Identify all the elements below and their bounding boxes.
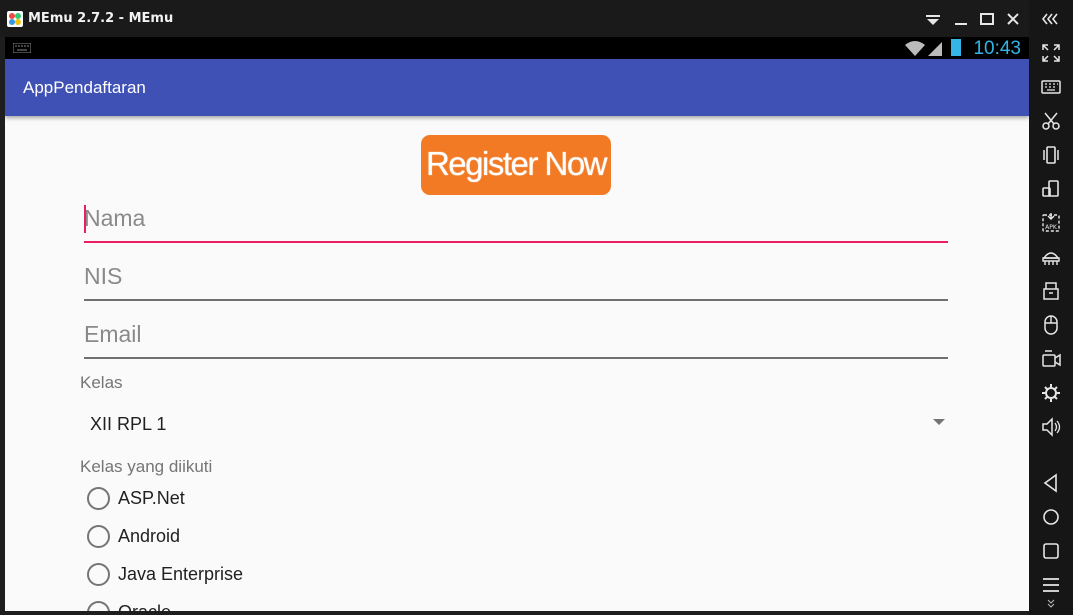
- android-screen: 10:43 AppPendaftaran Register Now Nama N…: [5, 37, 1029, 611]
- dropdown-arrow-icon: [933, 419, 945, 425]
- usb-icon[interactable]: [1038, 278, 1064, 304]
- nis-underline: [84, 299, 948, 301]
- signal-icon: [905, 41, 942, 56]
- app-title: AppPendaftaran: [23, 78, 146, 97]
- chevron-down-icon[interactable]: [1038, 596, 1064, 610]
- volume-icon[interactable]: [1038, 414, 1064, 440]
- apk-install-icon[interactable]: APK: [1038, 210, 1064, 236]
- svg-text:APK: APK: [1045, 224, 1058, 231]
- emulator-title-bar: MEmu 2.7.2 - MEmu: [0, 0, 1029, 37]
- radio-circle-icon: [87, 487, 110, 510]
- nama-underline: [84, 241, 948, 243]
- email-placeholder: Email: [84, 321, 142, 347]
- email-underline: [84, 357, 948, 359]
- radio-circle-icon: [87, 525, 110, 548]
- kelas-selected-value: XII RPL 1: [90, 414, 167, 434]
- close-button[interactable]: [1002, 8, 1024, 30]
- nis-placeholder: NIS: [84, 263, 123, 289]
- rotate-icon[interactable]: [1038, 176, 1064, 202]
- mouse-icon[interactable]: [1038, 312, 1064, 338]
- nama-placeholder: Nama: [84, 205, 146, 231]
- keyboard-notification-icon: [13, 43, 31, 53]
- email-field[interactable]: Email: [84, 315, 948, 359]
- status-time: 10:43: [973, 38, 1021, 59]
- shake-icon[interactable]: [1038, 142, 1064, 168]
- kelas-spinner[interactable]: XII RPL 1: [80, 407, 950, 443]
- app-action-bar: AppPendaftaran: [5, 59, 1029, 116]
- android-status-bar: 10:43: [5, 37, 1029, 59]
- register-now-button[interactable]: Register Now: [421, 135, 611, 195]
- android-icon[interactable]: [1038, 244, 1064, 270]
- dropdown-menu-icon[interactable]: [922, 8, 944, 30]
- recents-icon[interactable]: [1038, 538, 1064, 564]
- keyboard-icon[interactable]: [1038, 74, 1064, 100]
- radio-android[interactable]: Android: [87, 520, 387, 552]
- window-title: MEmu 2.7.2 - MEmu: [28, 11, 174, 26]
- kelas-label: Kelas: [80, 373, 123, 392]
- back-icon[interactable]: [1038, 470, 1064, 496]
- radio-label: Java Enterprise: [118, 564, 244, 584]
- nis-field[interactable]: NIS: [84, 257, 948, 301]
- text-cursor: [84, 205, 86, 233]
- screenshot-icon[interactable]: [1038, 108, 1064, 134]
- window-bottom-border: [0, 611, 1029, 615]
- radio-aspnet[interactable]: ASP.Net: [87, 482, 387, 514]
- nama-field[interactable]: Nama: [84, 199, 948, 243]
- fullscreen-icon[interactable]: [1038, 40, 1064, 66]
- radio-label: Oracle: [118, 602, 171, 611]
- radio-circle-icon: [87, 563, 110, 586]
- radio-oracle[interactable]: Oracle: [87, 596, 387, 611]
- course-label: Kelas yang diikuti: [80, 457, 213, 476]
- emulator-side-toolbar: APK: [1029, 0, 1073, 615]
- memu-logo-icon: [7, 11, 23, 27]
- radio-java-enterprise[interactable]: Java Enterprise: [87, 558, 387, 590]
- minimize-button[interactable]: [950, 8, 972, 30]
- collapse-icon[interactable]: [1038, 6, 1064, 32]
- record-icon[interactable]: [1038, 346, 1064, 372]
- home-icon[interactable]: [1038, 504, 1064, 530]
- radio-circle-icon: [87, 601, 110, 611]
- radio-label: Android: [118, 526, 181, 546]
- maximize-button[interactable]: [976, 8, 998, 30]
- radio-label: ASP.Net: [118, 488, 185, 508]
- battery-icon: [951, 39, 961, 56]
- menu-icon[interactable]: [1038, 572, 1064, 598]
- settings-icon[interactable]: [1038, 380, 1064, 406]
